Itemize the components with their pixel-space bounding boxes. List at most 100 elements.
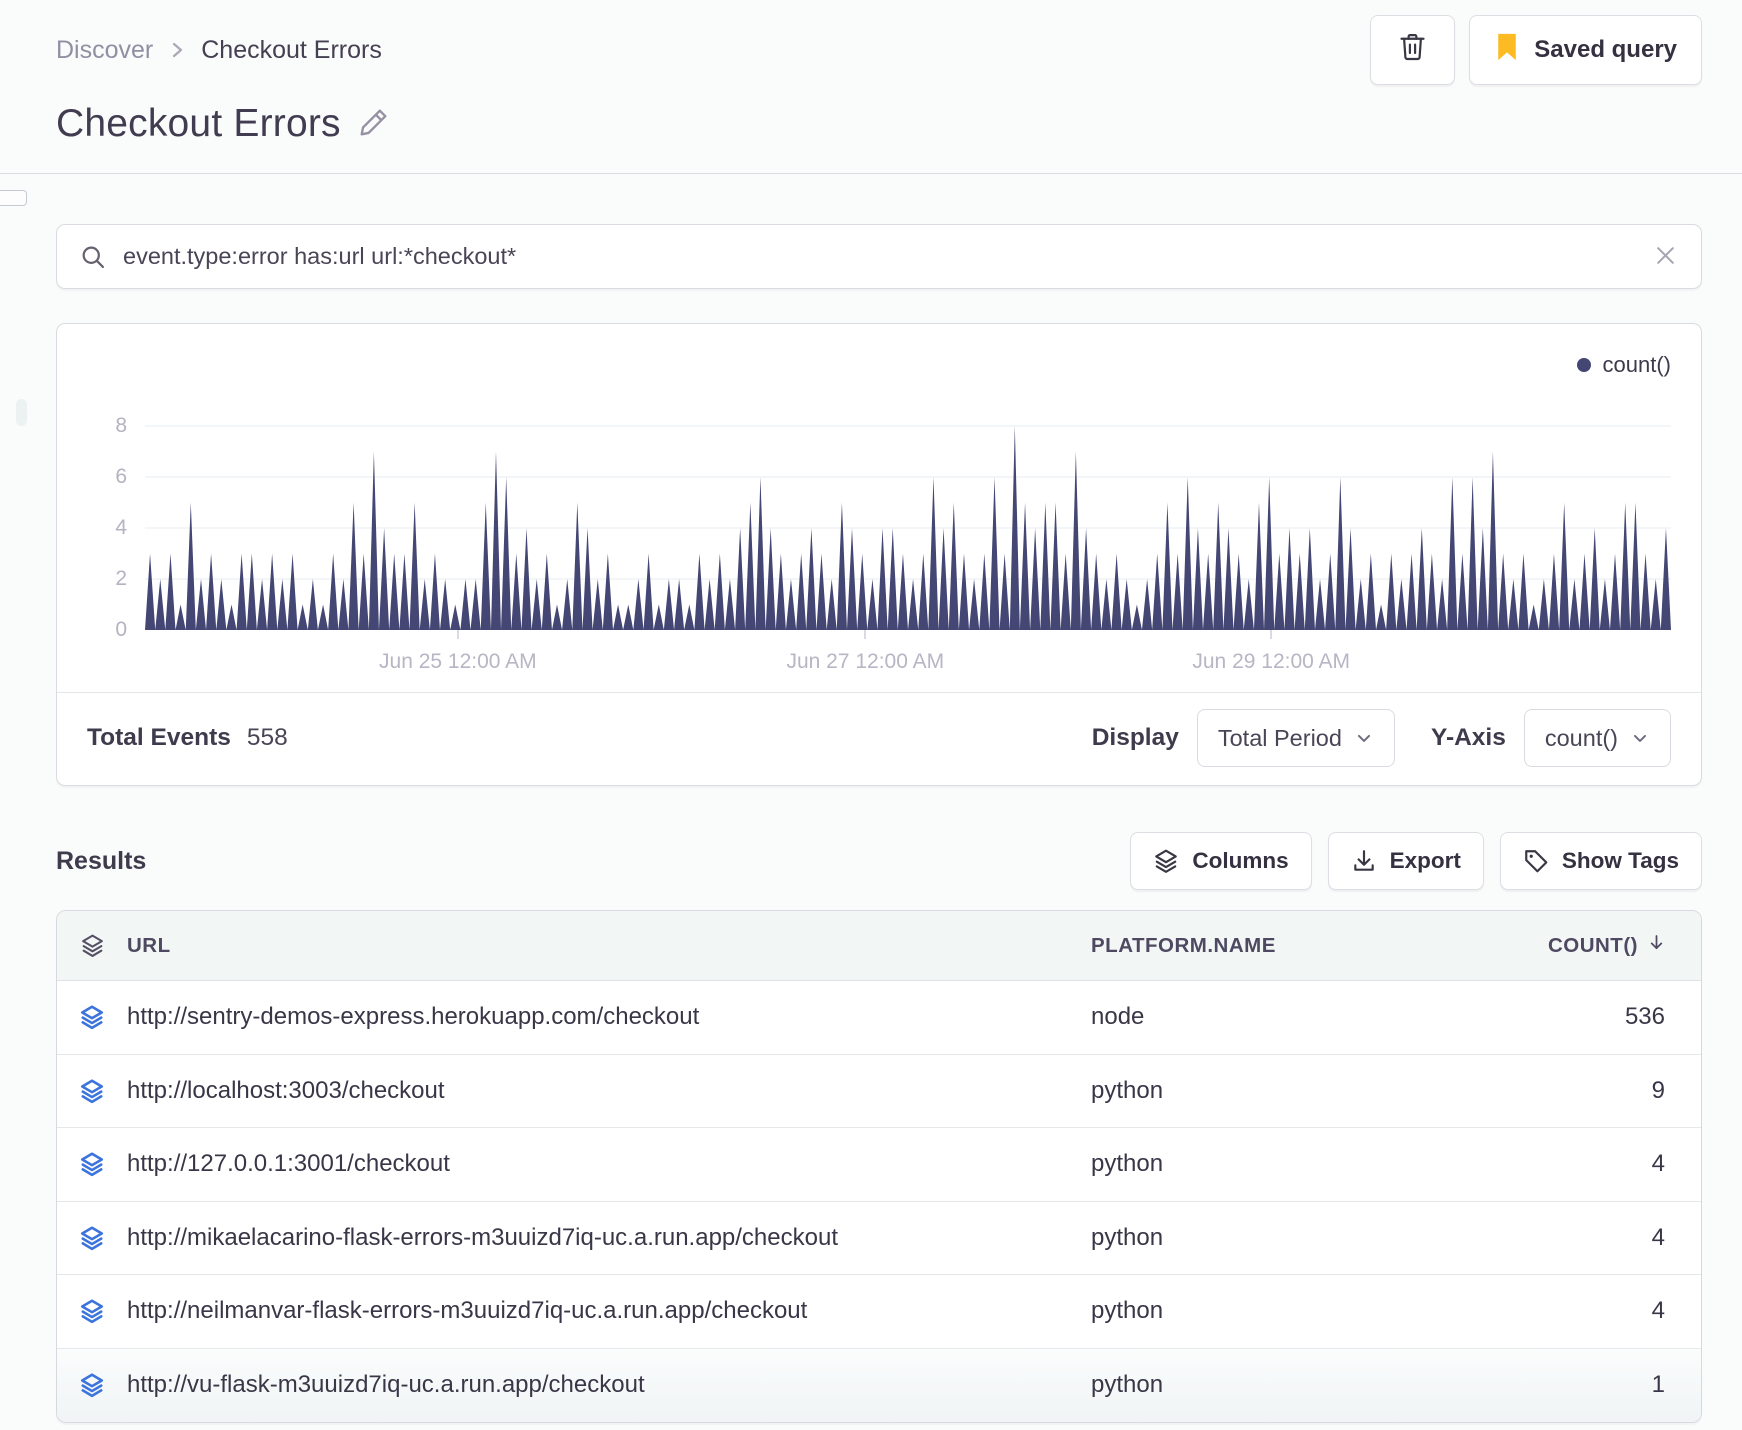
table-row: http://neilmanvar-flask-errors-m3uuizd7i… bbox=[57, 1275, 1701, 1349]
total-events-label: Total Events bbox=[87, 724, 231, 751]
pencil-icon bbox=[357, 106, 390, 142]
search-input[interactable] bbox=[123, 243, 1652, 270]
cell-platform[interactable]: python bbox=[1091, 1224, 1421, 1252]
results-header: Results Columns Export Show Tags bbox=[56, 832, 1702, 890]
y-axis-tick-label: 0 bbox=[115, 618, 127, 641]
column-header-url[interactable]: URL bbox=[127, 934, 1091, 958]
title-row: Checkout Errors bbox=[56, 102, 1702, 146]
display-dropdown-value: Total Period bbox=[1217, 724, 1342, 751]
x-axis-tick-label: Jun 29 12:00 AM bbox=[1192, 650, 1350, 673]
search-bar bbox=[56, 224, 1702, 289]
y-axis-labels: 0 2 4 6 8 bbox=[81, 390, 145, 641]
column-header-count[interactable]: COUNT() bbox=[1421, 932, 1701, 959]
row-layers-icon[interactable] bbox=[57, 1151, 127, 1177]
columns-button-label: Columns bbox=[1192, 848, 1289, 873]
layers-icon[interactable] bbox=[57, 933, 127, 958]
total-events-value: 558 bbox=[246, 724, 288, 751]
close-icon bbox=[1652, 242, 1679, 272]
x-axis-tick-mark bbox=[456, 630, 459, 639]
edit-title-button[interactable] bbox=[357, 106, 390, 142]
table-row: http://localhost:3003/checkout python 9 bbox=[57, 1055, 1701, 1128]
row-layers-icon[interactable] bbox=[57, 1078, 127, 1104]
cell-url[interactable]: http://neilmanvar-flask-errors-m3uuizd7i… bbox=[127, 1297, 1091, 1325]
total-events: Total Events 558 bbox=[87, 724, 288, 752]
layers-icon bbox=[1153, 848, 1179, 874]
y-axis-dropdown[interactable]: count() bbox=[1523, 709, 1671, 767]
y-axis-tick-label: 6 bbox=[115, 465, 127, 488]
left-edge-handle bbox=[16, 399, 27, 426]
x-axis-tick-label: Jun 27 12:00 AM bbox=[786, 650, 945, 673]
table-row: http://sentry-demos-express.herokuapp.co… bbox=[57, 981, 1701, 1055]
table-row: http://vu-flask-m3uuizd7iq-uc.a.run.app/… bbox=[57, 1348, 1701, 1422]
sidebar-collapse-tab[interactable] bbox=[0, 190, 27, 206]
cell-url[interactable]: http://vu-flask-m3uuizd7iq-uc.a.run.app/… bbox=[127, 1371, 1091, 1399]
cell-platform[interactable]: python bbox=[1091, 1150, 1421, 1178]
clear-search-button[interactable] bbox=[1652, 242, 1679, 272]
table-row: http://127.0.0.1:3001/checkout python 4 bbox=[57, 1128, 1701, 1202]
count-header-label: COUNT() bbox=[1547, 933, 1638, 957]
show-tags-button-label: Show Tags bbox=[1561, 848, 1679, 873]
delete-query-button[interactable] bbox=[1370, 15, 1456, 85]
legend-item-count[interactable]: count() bbox=[81, 348, 1671, 382]
columns-button[interactable]: Columns bbox=[1130, 832, 1312, 890]
breadcrumb-current: Checkout Errors bbox=[201, 35, 382, 64]
table-header-row: URL PLATFORM.NAME COUNT() bbox=[57, 911, 1701, 981]
display-label: Display bbox=[1091, 724, 1179, 751]
export-button-label: Export bbox=[1389, 848, 1461, 873]
cell-platform[interactable]: python bbox=[1091, 1371, 1421, 1399]
cell-count[interactable]: 4 bbox=[1421, 1224, 1701, 1252]
top-header: Discover Checkout Errors Saved query bbox=[56, 14, 1702, 86]
results-table: URL PLATFORM.NAME COUNT() http://sentry-… bbox=[56, 910, 1702, 1423]
tag-icon bbox=[1523, 848, 1549, 874]
cell-platform[interactable]: node bbox=[1091, 1003, 1421, 1031]
saved-query-button[interactable]: Saved query bbox=[1469, 15, 1702, 85]
chevron-down-icon bbox=[1354, 728, 1374, 748]
cell-count[interactable]: 4 bbox=[1421, 1297, 1701, 1325]
x-axis-tick-mark bbox=[864, 630, 867, 639]
header-actions: Saved query bbox=[1370, 15, 1702, 85]
cell-url[interactable]: http://sentry-demos-express.herokuapp.co… bbox=[127, 1003, 1091, 1031]
column-header-platform[interactable]: PLATFORM.NAME bbox=[1091, 934, 1421, 958]
table-row: http://mikaelacarino-flask-errors-m3uuiz… bbox=[57, 1202, 1701, 1275]
saved-query-label: Saved query bbox=[1534, 36, 1677, 63]
cell-platform[interactable]: python bbox=[1091, 1077, 1421, 1105]
chart-panel: count() 0 2 4 6 8 Jun 25 12:00 AM Jun 27 12:0… bbox=[56, 323, 1702, 786]
x-axis: Jun 25 12:00 AM Jun 27 12:00 AM Jun 29 12:… bbox=[145, 630, 1671, 692]
y-axis-tick-label: 8 bbox=[115, 414, 127, 437]
cell-url[interactable]: http://localhost:3003/checkout bbox=[127, 1077, 1091, 1105]
display-dropdown[interactable]: Total Period bbox=[1196, 709, 1395, 767]
breadcrumb-discover[interactable]: Discover bbox=[56, 36, 153, 65]
cell-count[interactable]: 536 bbox=[1421, 1003, 1701, 1031]
legend-label: count() bbox=[1602, 352, 1671, 377]
download-icon bbox=[1351, 848, 1377, 874]
chevron-down-icon bbox=[1630, 728, 1650, 748]
x-axis-tick-mark bbox=[1270, 630, 1273, 639]
row-layers-icon[interactable] bbox=[57, 1225, 127, 1251]
cell-url[interactable]: http://127.0.0.1:3001/checkout bbox=[127, 1150, 1091, 1178]
search-icon bbox=[79, 243, 107, 271]
cell-url[interactable]: http://mikaelacarino-flask-errors-m3uuiz… bbox=[127, 1224, 1091, 1252]
y-axis-dropdown-value: count() bbox=[1544, 724, 1618, 751]
chevron-right-icon bbox=[169, 38, 185, 62]
cell-count[interactable]: 1 bbox=[1421, 1371, 1701, 1399]
y-axis-tick-label: 4 bbox=[115, 516, 127, 539]
legend-dot bbox=[1576, 358, 1591, 372]
page-divider bbox=[0, 173, 1742, 174]
row-layers-icon[interactable] bbox=[57, 1372, 127, 1398]
row-layers-icon[interactable] bbox=[57, 1004, 127, 1030]
trash-icon bbox=[1397, 31, 1428, 69]
breadcrumb: Discover Checkout Errors bbox=[56, 36, 382, 65]
y-axis-label: Y-Axis bbox=[1430, 724, 1506, 751]
y-axis-tick-label: 2 bbox=[115, 567, 127, 590]
row-layers-icon[interactable] bbox=[57, 1298, 127, 1324]
export-button[interactable]: Export bbox=[1327, 832, 1484, 890]
cell-count[interactable]: 9 bbox=[1421, 1077, 1701, 1105]
chart-footer: Total Events 558 Display Total Period Y-… bbox=[57, 692, 1701, 785]
chart-plot-svg bbox=[145, 425, 1671, 630]
cell-platform[interactable]: python bbox=[1091, 1297, 1421, 1325]
cell-count[interactable]: 4 bbox=[1421, 1150, 1701, 1178]
show-tags-button[interactable]: Show Tags bbox=[1499, 832, 1702, 890]
results-heading: Results bbox=[56, 846, 147, 875]
sort-desc-icon bbox=[1646, 932, 1667, 959]
x-axis-tick-label: Jun 25 12:00 AM bbox=[379, 650, 537, 673]
